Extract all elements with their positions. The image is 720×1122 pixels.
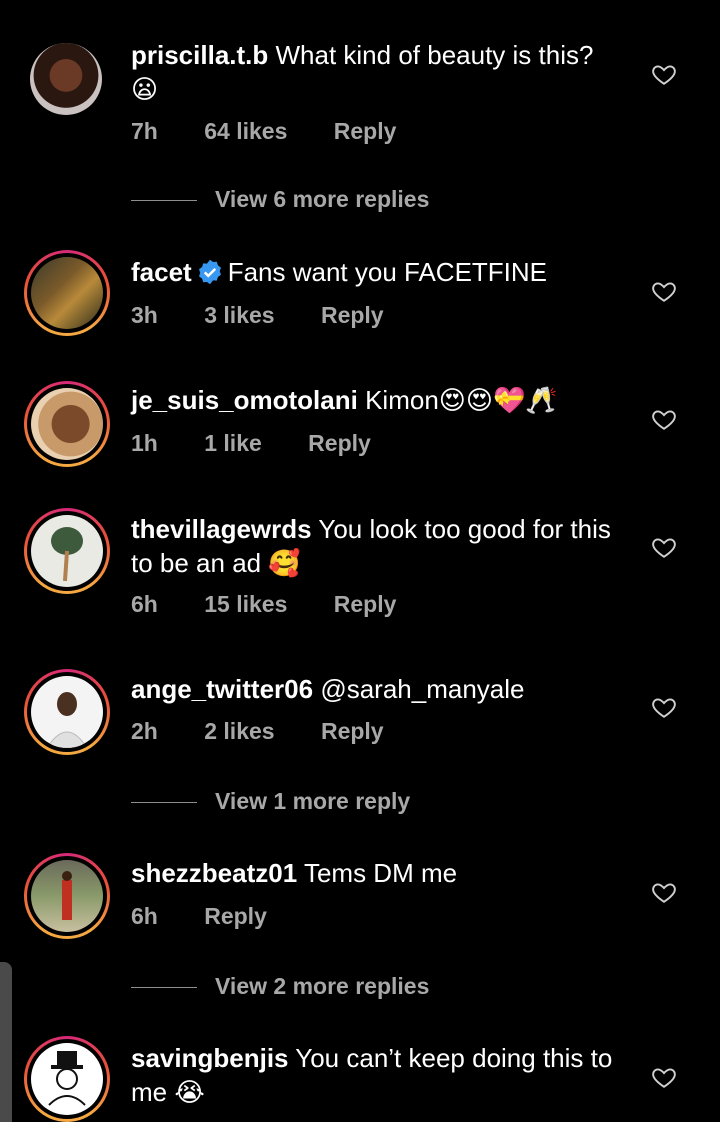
- reply-button[interactable]: Reply: [308, 430, 371, 456]
- avatar[interactable]: [24, 37, 110, 123]
- comment-likes[interactable]: 64 likes: [204, 118, 287, 144]
- comment-time: 1h: [131, 430, 158, 456]
- comment-meta: 7h 64 likes Reply: [131, 118, 436, 145]
- comment-emoji: 😭: [174, 1077, 205, 1107]
- comment-likes[interactable]: 1 like: [204, 430, 262, 456]
- heart-icon[interactable]: [651, 278, 677, 304]
- comment-time: 2h: [131, 718, 158, 744]
- avatar-story-ring[interactable]: [24, 250, 110, 336]
- comment-emoji: 😦: [131, 74, 159, 104]
- avatar-story-ring[interactable]: [24, 1036, 110, 1122]
- avatar-story-ring[interactable]: [24, 853, 110, 939]
- avatar[interactable]: [31, 1043, 103, 1115]
- comment-mention[interactable]: @sarah_manyale: [320, 674, 524, 704]
- comment-text: What kind of beauty is this?: [275, 40, 594, 70]
- view-more-label[interactable]: View 6 more replies: [215, 186, 429, 212]
- view-more-replies[interactable]: View 6 more replies: [131, 186, 429, 213]
- view-more-replies[interactable]: View 2 more replies: [131, 973, 429, 1000]
- avatar[interactable]: [31, 676, 103, 748]
- heart-icon[interactable]: [651, 534, 677, 560]
- person-icon: [46, 692, 88, 748]
- monopoly-man-icon: [48, 1051, 86, 1106]
- comment-time: 7h: [131, 118, 158, 144]
- verified-badge-icon: [198, 259, 221, 285]
- avatar-story-ring[interactable]: [24, 669, 110, 755]
- avatar[interactable]: [31, 860, 103, 932]
- reply-button[interactable]: Reply: [334, 591, 397, 617]
- comment-text-block: ange_twitter06 @sarah_manyale: [131, 672, 621, 706]
- scrollbar[interactable]: [0, 962, 12, 1122]
- comment-username[interactable]: facet: [131, 257, 192, 287]
- comment-time: 3h: [131, 302, 158, 328]
- comment-likes[interactable]: 3 likes: [204, 302, 274, 328]
- comment-text: Fans want you FACETFINE: [227, 257, 548, 287]
- comment-username[interactable]: savingbenjis: [131, 1043, 289, 1073]
- heart-icon[interactable]: [651, 694, 677, 720]
- heart-icon[interactable]: [651, 61, 677, 87]
- avatar-story-ring[interactable]: [24, 508, 110, 594]
- reply-button[interactable]: Reply: [334, 118, 397, 144]
- comment-text-block: thevillagewrds You look too good for thi…: [131, 512, 621, 580]
- divider: [131, 987, 197, 989]
- divider: [131, 200, 197, 202]
- comment-meta: 1h 1 like Reply: [131, 430, 411, 457]
- comment-time: 6h: [131, 903, 158, 929]
- comment-meta: 3h 3 likes Reply: [131, 302, 424, 329]
- comment-emoji: 😍😍💝🥂: [438, 385, 558, 415]
- view-more-label[interactable]: View 2 more replies: [215, 973, 429, 999]
- comment-meta: 2h 2 likes Reply: [131, 718, 424, 745]
- comment-likes[interactable]: 2 likes: [204, 718, 274, 744]
- comment-text-block: savingbenjis You can’t keep doing this t…: [131, 1041, 621, 1109]
- avatar[interactable]: [31, 257, 103, 329]
- comment-username[interactable]: je_suis_omotolani: [131, 385, 358, 415]
- comment-text-block: je_suis_omotolani Kimon😍😍💝🥂: [131, 383, 621, 417]
- view-more-replies[interactable]: View 1 more reply: [131, 788, 410, 815]
- comment-text-block: priscilla.t.b What kind of beauty is thi…: [131, 38, 621, 106]
- comment-text: Kimon: [365, 385, 439, 415]
- comment-username[interactable]: shezzbeatz01: [131, 858, 297, 888]
- view-more-label[interactable]: View 1 more reply: [215, 788, 410, 814]
- comment-username[interactable]: ange_twitter06: [131, 674, 313, 704]
- comment-text: Tems DM me: [303, 858, 458, 888]
- comment-likes[interactable]: 15 likes: [204, 591, 287, 617]
- heart-icon[interactable]: [651, 1064, 677, 1090]
- comment-meta: 6h Reply: [131, 903, 307, 930]
- comment-username[interactable]: priscilla.t.b: [131, 40, 268, 70]
- reply-button[interactable]: Reply: [321, 718, 384, 744]
- reply-button[interactable]: Reply: [204, 903, 267, 929]
- divider: [131, 802, 197, 804]
- reply-button[interactable]: Reply: [321, 302, 384, 328]
- comment-meta: 6h 15 likes Reply: [131, 591, 436, 618]
- heart-icon[interactable]: [651, 406, 677, 432]
- comment-time: 6h: [131, 591, 158, 617]
- comment-username[interactable]: thevillagewrds: [131, 514, 312, 544]
- avatar-story-ring[interactable]: [24, 381, 110, 467]
- avatar[interactable]: [31, 388, 103, 460]
- avatar[interactable]: [31, 515, 103, 587]
- leaf-icon: [51, 527, 83, 582]
- person-icon: [62, 871, 72, 920]
- comment-text-block: facet Fans want you FACETFINE: [131, 255, 621, 289]
- comment-text-block: shezzbeatz01 Tems DM me: [131, 856, 621, 890]
- comment-emoji: 🥰: [268, 548, 301, 578]
- heart-icon[interactable]: [651, 879, 677, 905]
